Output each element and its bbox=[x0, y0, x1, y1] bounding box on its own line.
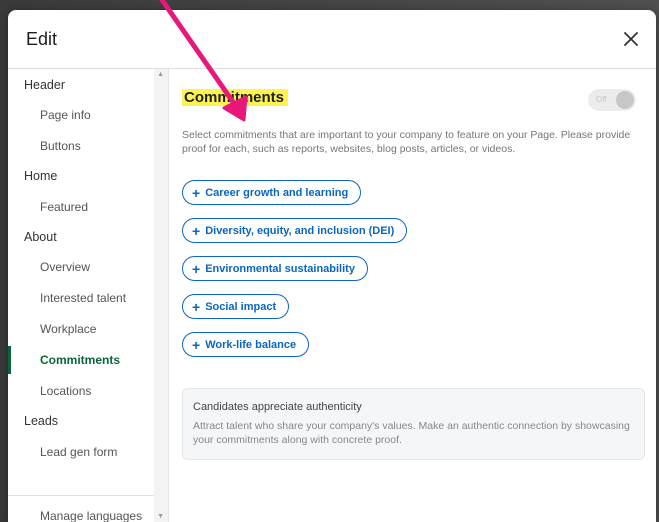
plus-icon: + bbox=[192, 298, 201, 315]
sidebar-item-featured[interactable]: Featured bbox=[8, 193, 154, 221]
sidebar-item-overview[interactable]: Overview bbox=[8, 253, 154, 281]
commitment-label: Work-life balance bbox=[205, 338, 297, 351]
sidebar-item-header[interactable]: Header bbox=[8, 71, 154, 99]
toggle-state-label: Off bbox=[596, 95, 607, 104]
add-environmental-sustainability-button[interactable]: + Environmental sustainability bbox=[182, 256, 368, 281]
sidebar-item-page-info[interactable]: Page info bbox=[8, 101, 154, 129]
info-title: Candidates appreciate authenticity bbox=[193, 401, 362, 413]
sidebar-divider bbox=[8, 495, 154, 496]
sidebar-item-commitments[interactable]: Commitments bbox=[8, 346, 154, 374]
add-social-impact-button[interactable]: + Social impact bbox=[182, 294, 290, 319]
add-work-life-balance-button[interactable]: + Work-life balance bbox=[182, 332, 310, 357]
commitment-label: Environmental sustainability bbox=[205, 262, 355, 275]
sidebar-item-lead-gen-form[interactable]: Lead gen form bbox=[8, 438, 154, 466]
modal-header: Edit bbox=[8, 10, 656, 69]
section-description: Select commitments that are important to… bbox=[182, 129, 631, 155]
sidebar-item-about[interactable]: About bbox=[8, 223, 154, 251]
commitments-panel: Commitments Off Select commitments that … bbox=[182, 69, 645, 522]
commitment-label: Diversity, equity, and inclusion (DEI) bbox=[205, 224, 395, 237]
close-icon bbox=[624, 32, 638, 46]
plus-icon: + bbox=[192, 222, 201, 239]
sidebar-item-leads[interactable]: Leads bbox=[8, 407, 154, 435]
edit-modal: Edit Header Page info Buttons Home Featu… bbox=[8, 10, 656, 522]
close-button[interactable] bbox=[618, 26, 644, 52]
add-dei-button[interactable]: + Diversity, equity, and inclusion (DEI) bbox=[182, 218, 408, 243]
sidebar-item-buttons[interactable]: Buttons bbox=[8, 132, 154, 160]
commitment-label: Career growth and learning bbox=[205, 186, 349, 199]
commitments-toggle[interactable]: Off bbox=[588, 89, 636, 111]
scroll-down-icon[interactable]: ▼ bbox=[157, 513, 164, 520]
add-career-growth-button[interactable]: + Career growth and learning bbox=[182, 180, 362, 205]
plus-icon: + bbox=[192, 184, 201, 201]
sidebar-item-interested-talent[interactable]: Interested talent bbox=[8, 284, 154, 312]
sidebar-item-workplace[interactable]: Workplace bbox=[8, 315, 154, 343]
scroll-up-icon[interactable]: ▲ bbox=[157, 71, 164, 78]
section-heading: Commitments bbox=[182, 89, 289, 106]
plus-icon: + bbox=[192, 260, 201, 277]
sidebar-nav: Header Page info Buttons Home Featured A… bbox=[8, 69, 169, 522]
sidebar-scrollbar[interactable]: ▲ ▼ bbox=[154, 69, 168, 522]
sidebar-item-manage-languages[interactable]: Manage languages bbox=[8, 502, 154, 522]
sidebar-item-home[interactable]: Home bbox=[8, 162, 154, 190]
commitment-label: Social impact bbox=[205, 300, 277, 313]
sidebar-item-locations[interactable]: Locations bbox=[8, 377, 154, 405]
toggle-knob bbox=[616, 91, 634, 109]
authenticity-info-box: Candidates appreciate authenticity Attra… bbox=[182, 388, 645, 460]
modal-title: Edit bbox=[26, 29, 58, 49]
info-body: Attract talent who share your company's … bbox=[193, 420, 630, 446]
plus-icon: + bbox=[192, 336, 201, 353]
